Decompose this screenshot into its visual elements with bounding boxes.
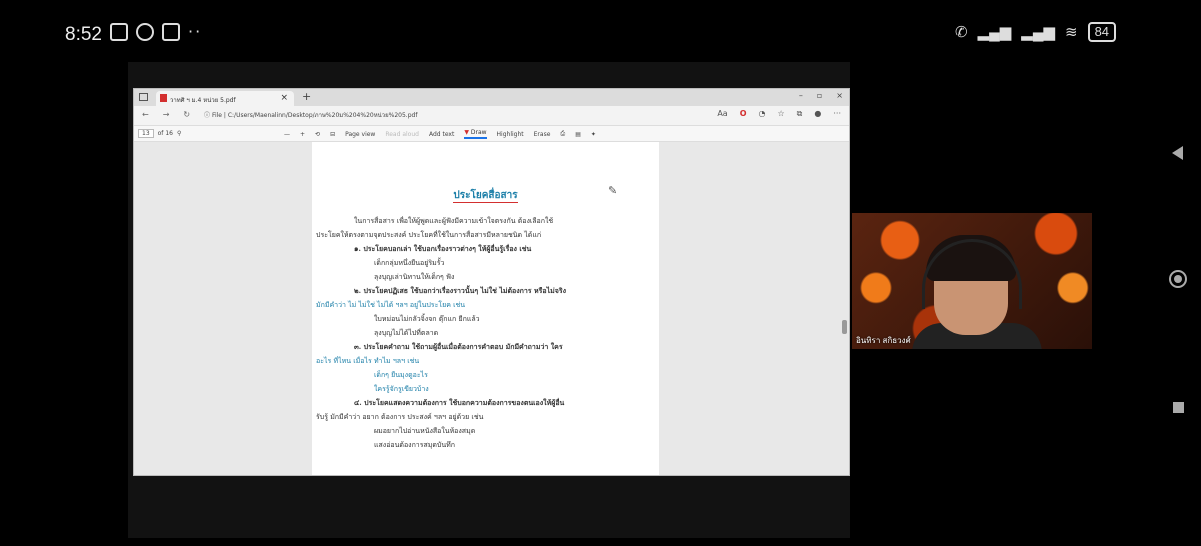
doc-line: มักมีคำว่า ไม่ ไม่ใช่ ไม่ได้ ฯลฯ อยู่ในป… — [316, 301, 466, 309]
home-icon[interactable] — [1169, 270, 1187, 288]
extension2-icon[interactable]: ◔ — [759, 109, 766, 119]
recents-icon[interactable] — [1173, 402, 1184, 413]
close-window-icon[interactable]: × — [836, 91, 843, 100]
draw-button[interactable]: ▼ Draw — [464, 129, 487, 139]
pdf-page: ✎ ประโยคสื่อสาร ในการสื่อสาร เพื่อให้ผู้… — [312, 142, 659, 475]
doc-line: ๑. ประโยคบอกเล่า ใช้บอกเรื่องราวต่างๆ ให… — [354, 244, 532, 253]
doc-line: ๒. ประโยคปฏิเสธ ใช้บอกว่าเรื่องราวนั้นๆ … — [354, 286, 566, 295]
pdf-icon — [160, 94, 167, 102]
collections-icon[interactable]: ⧉ — [797, 109, 803, 119]
tab-title: วาทศิ ฯ ม.4 หน่วย 5.pdf — [170, 97, 236, 104]
doc-line: ในการสื่อสาร เพื่อให้ผู้พูดและผู้ฟังมีคว… — [354, 217, 554, 225]
scroll-thumb[interactable] — [842, 320, 847, 334]
browser-window: วาทศิ ฯ ม.4 หน่วย 5.pdf × + – ▫ × ← → ↻ … — [133, 88, 850, 476]
read-mode-icon[interactable]: Aa — [717, 109, 727, 119]
battery-icon: 84 — [1087, 22, 1117, 42]
doc-line: แสงอ่อนต้องการสมุดบันทึก — [374, 441, 456, 449]
navigation-buttons: ← → ↻ — [142, 110, 190, 119]
notification-icons: ·· — [110, 22, 202, 41]
url-prefix: File — [211, 112, 222, 119]
more-notifications-icon: ·· — [188, 22, 203, 41]
erase-button[interactable]: Erase — [534, 131, 551, 138]
refresh-icon[interactable]: ↻ — [183, 110, 190, 119]
search-icon[interactable]: ⚲ — [177, 130, 181, 137]
pdf-toolbar: 13 of 16 ⚲ — + ⟲ ⊟ Page view Read aloud … — [134, 125, 849, 142]
add-text-button[interactable]: Add text — [429, 131, 454, 138]
restore-icon[interactable]: ▫ — [817, 91, 822, 100]
save-icon[interactable]: ▤ — [575, 131, 581, 138]
page-total: of 16 — [157, 130, 173, 137]
doc-line: ประโยคให้ตรงตามจุดประสงค์ ประโยคที่ใช้ใน… — [316, 231, 542, 239]
signal-icon: ▂▄▆ — [977, 24, 1012, 41]
status-bar: 8:52 ·· ✆ ▂▄▆ ▂▄▆ ≋ 84 — [0, 0, 1201, 70]
participant-name: อินทิรา สกิธวงศ์ — [856, 336, 911, 345]
zoom-out-button[interactable]: — — [284, 131, 290, 138]
window-controls: – ▫ × — [799, 91, 843, 100]
browser-toolbar-icons: Aa O ◔ ☆ ⧉ ● ··· — [717, 109, 841, 119]
doc-line: ใครรู้จักรูเขียวบ้าง — [374, 385, 429, 393]
document-title: ประโยคสื่อสาร — [453, 190, 518, 203]
pdf-viewer: ✎ ประโยคสื่อสาร ในการสื่อสาร เพื่อให้ผู้… — [134, 142, 849, 475]
close-tab-icon[interactable]: × — [280, 93, 288, 103]
app-icon — [136, 22, 154, 41]
document-icon — [110, 22, 128, 41]
page-view-button[interactable]: Page view — [345, 131, 375, 138]
back-icon[interactable] — [1172, 146, 1183, 160]
profile-icon[interactable]: ● — [814, 109, 821, 119]
doc-line: เด็กกลุ่มหนึ่งยืนอยู่ริมรั้ว — [374, 259, 445, 267]
pdf-tools: — + ⟲ ⊟ Page view Read aloud Add text ▼ … — [284, 129, 596, 139]
pin-icon[interactable]: ✦ — [591, 131, 596, 138]
doc-line: ใบหม่อนไม่กลัวจิ้งจก ตุ๊กแก ยีกแล้ว — [374, 315, 480, 323]
print-icon[interactable]: ⎙ — [560, 130, 565, 138]
page-indicator: 13 of 16 ⚲ — [138, 129, 181, 138]
zoom-in-button[interactable]: + — [300, 131, 305, 138]
viewer-scrollbar[interactable] — [842, 142, 847, 475]
forward-icon[interactable]: → — [163, 110, 170, 119]
back-icon[interactable]: ← — [142, 110, 149, 119]
page-number-input[interactable]: 13 — [138, 129, 154, 138]
url-field[interactable]: ⓘ File | C:/Users/Maenalinn/Desktop/ภาษ%… — [204, 110, 417, 120]
highlight-button[interactable]: Highlight — [497, 131, 524, 138]
rotate-icon[interactable]: ⟲ — [315, 131, 320, 138]
read-aloud-button[interactable]: Read aloud — [385, 131, 419, 138]
tab-pdf[interactable]: วาทศิ ฯ ม.4 หน่วย 5.pdf × — [156, 91, 294, 106]
info-icon: ⓘ — [204, 112, 211, 119]
participant-video[interactable]: อินทิรา สกิธวงศ์ — [852, 213, 1092, 349]
fit-page-icon[interactable]: ⊟ — [330, 131, 335, 138]
doc-line: อะไร ที่ไหน เมื่อไร ทำไม ฯลฯ เช่น — [316, 357, 420, 365]
address-bar: ← → ↻ ⓘ File | C:/Users/Maenalinn/Deskto… — [134, 106, 849, 125]
message-icon — [162, 22, 180, 41]
new-tab-button[interactable]: + — [302, 90, 311, 103]
draw-icon: ▼ — [464, 129, 469, 136]
doc-line: รับรู้ มักมีคำว่า อยาก ต้องการ ประสงค์ ฯ… — [316, 413, 484, 421]
tab-bar: วาทศิ ฯ ม.4 หน่วย 5.pdf × + – ▫ × — [134, 89, 849, 106]
status-time: 8:52 — [65, 24, 102, 45]
minimize-icon[interactable]: – — [799, 91, 803, 100]
favorite-icon[interactable]: ☆ — [777, 109, 784, 119]
wifi-calling-icon: ✆ — [955, 24, 968, 41]
system-icons: ✆ ▂▄▆ ▂▄▆ ≋ 84 — [955, 22, 1117, 42]
workspaces-icon[interactable] — [139, 93, 148, 101]
doc-line: ลุงบุญไม่ได้ไปที่ตลาด — [374, 329, 439, 337]
extension-icon[interactable]: O — [740, 109, 747, 119]
doc-line: ผมอยากไปอ่านหนังสือในห้องสมุด — [374, 427, 476, 435]
doc-line: เด็กๆ ยืนมุงดูอะไร — [374, 371, 428, 379]
menu-icon[interactable]: ··· — [833, 109, 841, 119]
doc-line: ลุงบุญเล่านิทานให้เด็กๆ ฟัง — [374, 273, 455, 281]
url-text: C:/Users/Maenalinn/Desktop/ภาษ%20ม%204%2… — [227, 112, 418, 119]
doc-line: ๔. ประโยคแสดงความต้องการ ใช้บอกความต้องก… — [354, 398, 565, 407]
doc-line: ๓. ประโยคคำถาม ใช้ถามผู้อื่นเมื่อต้องการ… — [354, 342, 563, 351]
wifi-icon: ≋ — [1064, 24, 1078, 41]
signal-icon: ▂▄▆ — [1021, 24, 1055, 41]
